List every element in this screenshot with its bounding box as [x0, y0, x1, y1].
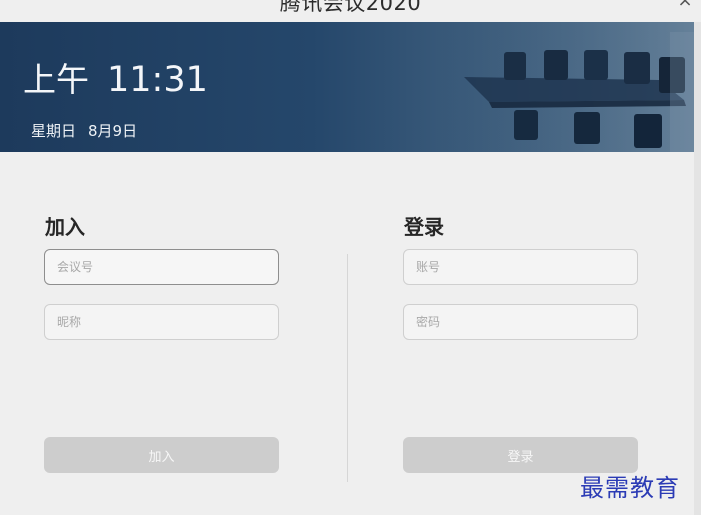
join-heading: 加入 [45, 215, 85, 239]
weekday-label: 星期日 [31, 122, 77, 140]
title-bar: 腾讯会议2020 × [0, 0, 701, 22]
password-input[interactable] [403, 304, 638, 340]
window-title: 腾讯会议2020 [279, 0, 422, 15]
meeting-room-photo [434, 22, 694, 152]
window-edge [694, 22, 701, 515]
date-label: 8月9日 [88, 122, 138, 140]
header-banner: 上午 11:31 星期日 8月9日 [0, 22, 694, 152]
time-value: 11:31 [107, 60, 208, 100]
close-button[interactable]: × [675, 0, 695, 11]
panel-divider [347, 254, 348, 482]
nickname-input[interactable] [44, 304, 279, 340]
account-input[interactable] [403, 249, 638, 285]
join-button[interactable]: 加入 [44, 437, 279, 473]
time-period: 上午 [23, 60, 89, 99]
meeting-login-window: 腾讯会议2020 × 上午 11:31 星期日 8月9日 加入 会议号 昵称 加… [0, 0, 701, 515]
current-date: 星期日 8月9日 [31, 120, 137, 141]
meeting-id-input[interactable] [44, 249, 279, 285]
login-heading: 登录 [404, 215, 444, 239]
watermark: 最需教育 [580, 474, 680, 502]
current-time: 上午 11:31 [23, 53, 208, 101]
